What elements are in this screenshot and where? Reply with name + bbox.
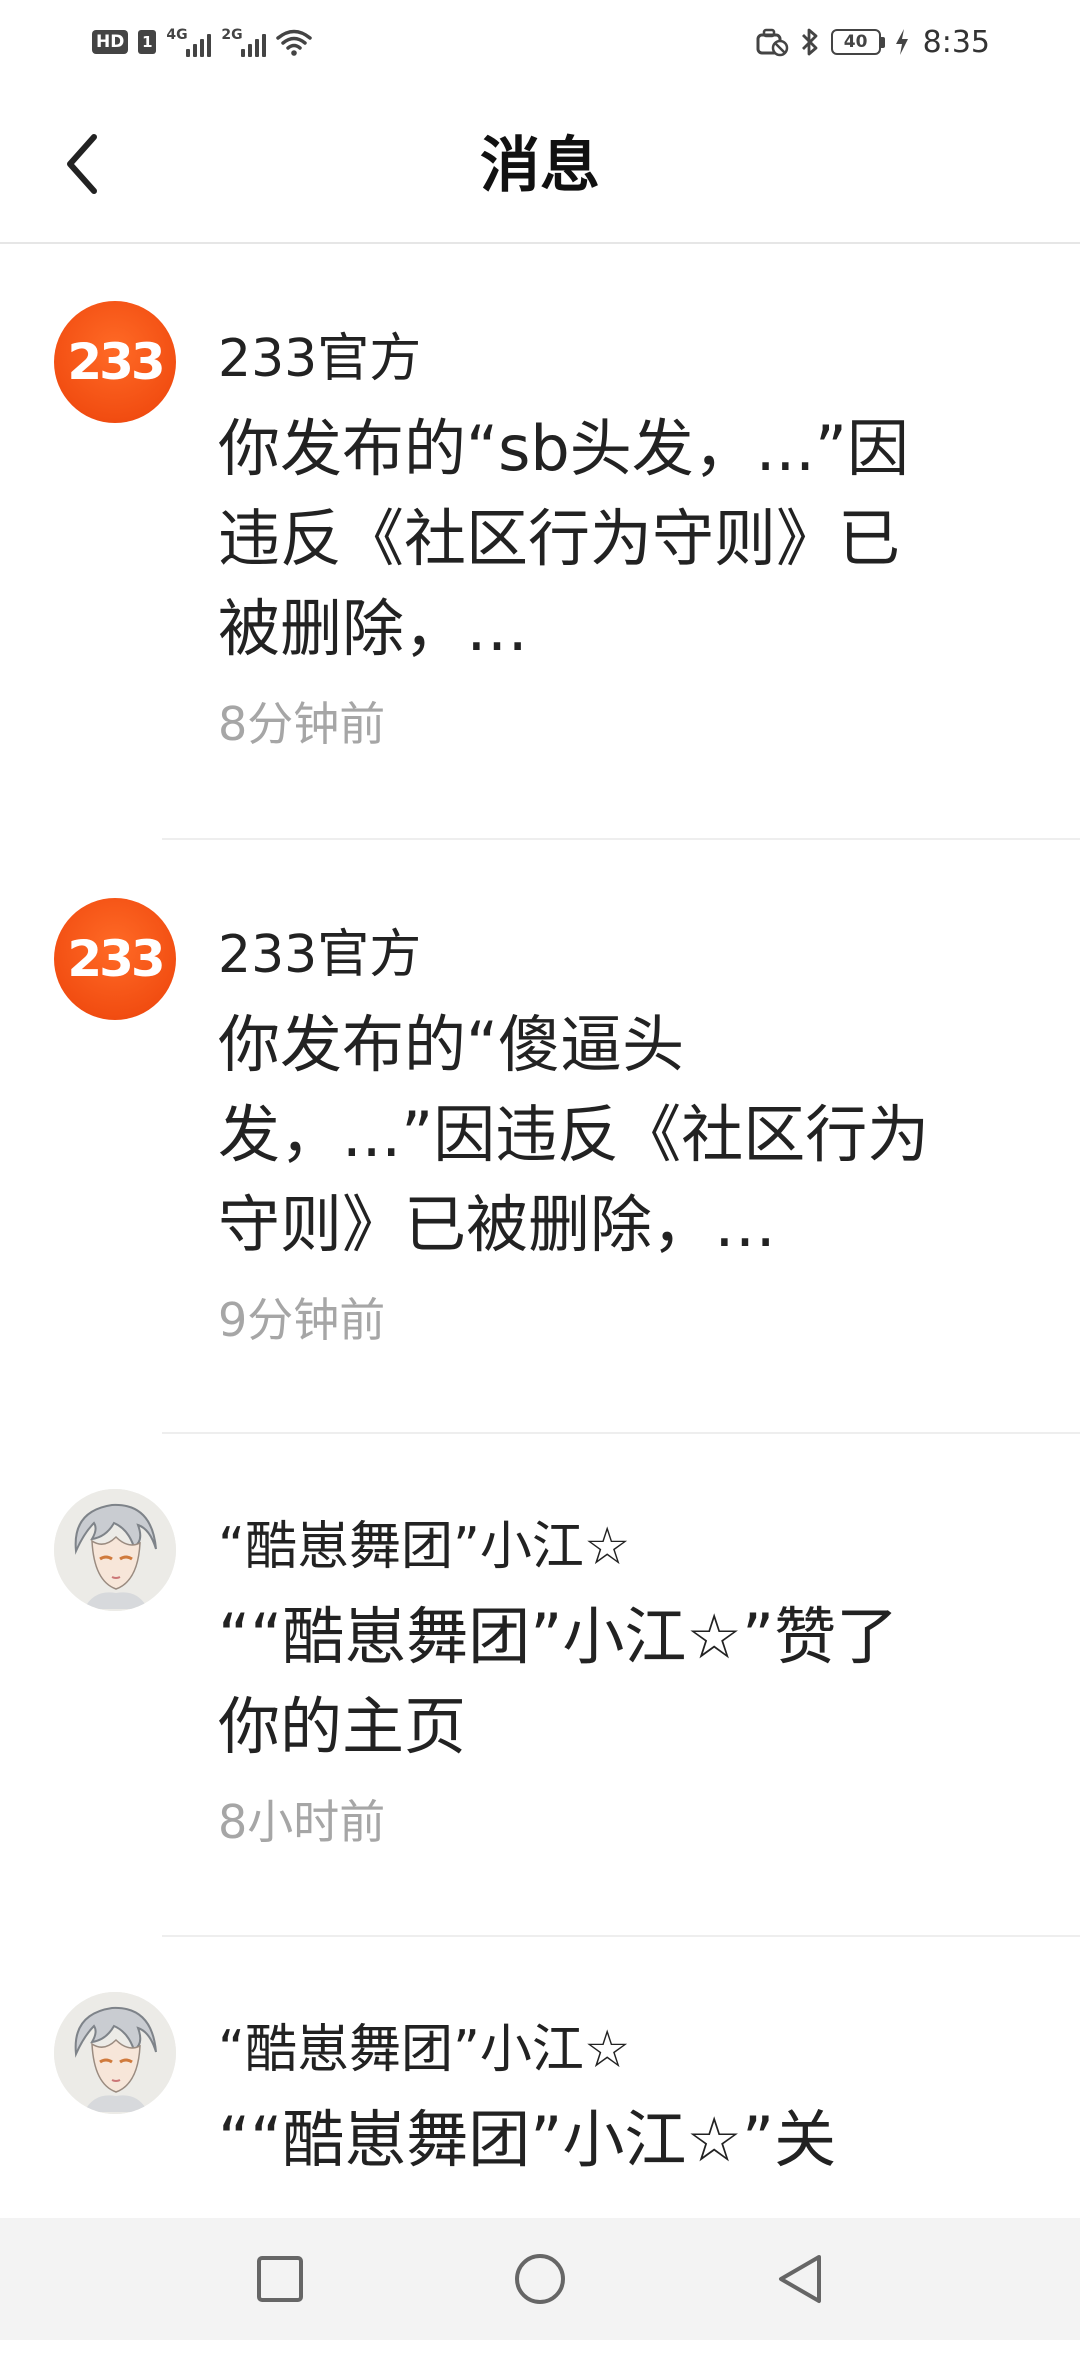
- sender-name: “酷崽舞团”小江☆: [218, 2020, 631, 2080]
- network-type-label: 2G: [221, 27, 243, 43]
- signal-icon-sim1: 4G: [166, 27, 212, 57]
- user-avatar-illustration: [54, 1489, 176, 1611]
- message-body: 233官方 你发布的“傻逼头发，...”因违反《社区行为守则》已被删除，… 9分…: [218, 840, 1080, 1434]
- back-nav-button[interactable]: [770, 2249, 830, 2309]
- signal-icon-sim2: 2G: [221, 27, 267, 57]
- status-right: 40 8:35: [755, 25, 990, 60]
- clock: 8:35: [922, 24, 990, 60]
- sender-name: 233官方: [218, 329, 422, 389]
- avatar-logo-text: 233: [67, 930, 165, 988]
- message-time: 8分钟前: [218, 697, 386, 751]
- sender-name: “酷崽舞团”小江☆: [218, 1517, 631, 1577]
- message-text: ““酷崽舞团”小江☆”赞了你的主页: [218, 1600, 899, 1763]
- status-bar: HD 1 4G 2G 40 8:35: [0, 0, 1080, 84]
- wifi-icon: [276, 29, 313, 56]
- sim-badge: 1: [138, 30, 157, 54]
- avatar[interactable]: [54, 1489, 176, 1611]
- charging-icon: [895, 29, 908, 55]
- circle-icon: [515, 2254, 565, 2304]
- home-button[interactable]: [510, 2249, 570, 2309]
- message-text: 你发布的“sb头发，...”因违反《社区行为守则》已被删除，…: [218, 412, 910, 665]
- message-body: 233官方 你发布的“sb头发，...”因违反《社区行为守则》已被删除，… 8分…: [218, 246, 1080, 840]
- avatar[interactable]: [54, 1992, 176, 2114]
- message-time: 9分钟前: [218, 1293, 386, 1347]
- header: 消息: [0, 84, 1080, 244]
- square-icon: [257, 2256, 303, 2302]
- navigation-bar: [0, 2218, 1080, 2340]
- message-text: ““酷崽舞团”小江☆”关: [218, 2103, 837, 2176]
- avatar[interactable]: 233: [54, 301, 176, 423]
- network-type-label: 4G: [166, 27, 188, 43]
- message-body: “酷崽舞团”小江☆ ““酷崽舞团”小江☆”赞了你的主页 8小时前: [218, 1434, 1080, 1937]
- message-list: 233 233官方 你发布的“sb头发，...”因违反《社区行为守则》已被删除，…: [0, 246, 1080, 2357]
- message-item[interactable]: 233 233官方 你发布的“傻逼头发，...”因违反《社区行为守则》已被删除，…: [0, 840, 1080, 1434]
- message-item[interactable]: 233 233官方 你发布的“sb头发，...”因违反《社区行为守则》已被删除，…: [0, 246, 1080, 840]
- battery-icon: 40: [830, 29, 885, 55]
- message-text: 你发布的“傻逼头发，...”因违反《社区行为守则》已被删除，…: [218, 1008, 930, 1261]
- message-item[interactable]: “酷崽舞团”小江☆ ““酷崽舞团”小江☆”赞了你的主页 8小时前: [0, 1434, 1080, 1937]
- hd-badge: HD: [92, 30, 129, 54]
- triangle-back-icon: [779, 2255, 821, 2303]
- recent-apps-button[interactable]: [250, 2249, 310, 2309]
- battery-level: 40: [830, 29, 881, 55]
- avatar[interactable]: 233: [54, 898, 176, 1020]
- page-title: 消息: [480, 131, 600, 201]
- alarm-off-icon: [756, 28, 788, 57]
- user-avatar-illustration: [54, 1992, 176, 2114]
- bluetooth-icon: [801, 28, 818, 56]
- status-left: HD 1 4G 2G: [92, 27, 313, 57]
- sender-name: 233官方: [218, 925, 422, 985]
- avatar-logo-text: 233: [67, 333, 165, 391]
- message-time: 8小时前: [218, 1795, 386, 1849]
